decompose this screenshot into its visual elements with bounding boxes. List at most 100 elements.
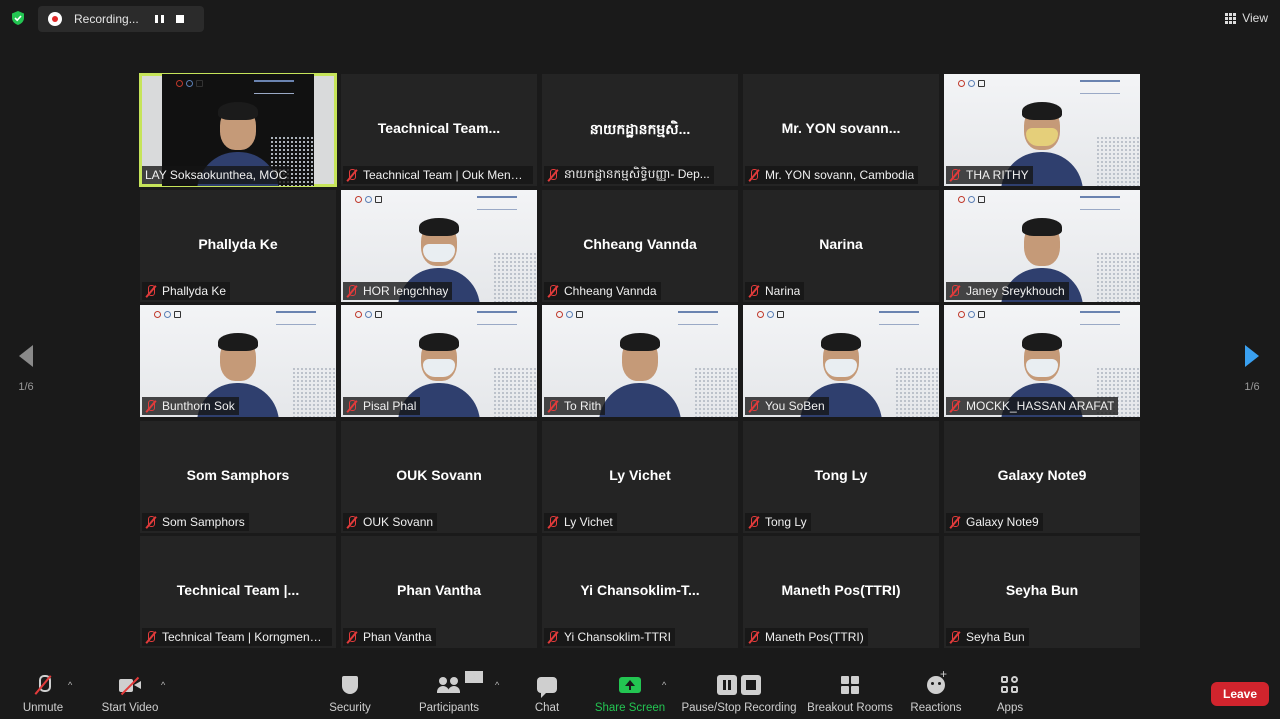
participant-tile[interactable]: Galaxy Note9 Galaxy Note9 bbox=[944, 421, 1140, 533]
page-indicator-left: 1/6 bbox=[18, 381, 34, 393]
participant-name-label: Narina bbox=[745, 282, 805, 300]
muted-mic-icon bbox=[346, 630, 358, 644]
muted-mic-icon bbox=[346, 515, 358, 529]
participant-name-text: Maneth Pos(TTRI) bbox=[765, 630, 864, 644]
muted-mic-icon bbox=[949, 284, 961, 298]
muted-mic-icon bbox=[547, 399, 559, 413]
participant-tile[interactable]: LAY Soksaokunthea, MOC bbox=[139, 73, 337, 187]
participant-display-name: Teachnical Team... bbox=[377, 120, 501, 136]
reactions-button[interactable]: Reactions bbox=[906, 664, 966, 719]
participant-name-text: THA RITHY bbox=[966, 168, 1029, 182]
participant-tile[interactable]: OUK Sovann OUK Sovann bbox=[341, 421, 537, 533]
participant-display-name: Narina bbox=[819, 236, 863, 252]
participant-tile[interactable]: HOR Iengchhay bbox=[341, 190, 537, 302]
participant-tile[interactable]: Tong Ly Tong Ly bbox=[743, 421, 939, 533]
share-screen-button[interactable]: Share Screen bbox=[594, 664, 666, 719]
recording-dot-icon bbox=[48, 12, 62, 26]
security-shield-icon bbox=[342, 676, 358, 694]
participant-name-label: LAY Soksaokunthea, MOC bbox=[142, 166, 292, 184]
leave-button[interactable]: Leave bbox=[1211, 682, 1269, 706]
participant-tile[interactable]: Som Samphors Som Samphors bbox=[140, 421, 336, 533]
participant-display-name: Chheang Vannda bbox=[583, 236, 697, 252]
encryption-shield-icon[interactable] bbox=[10, 10, 26, 26]
view-label: View bbox=[1242, 11, 1268, 25]
previous-page-button[interactable]: 1/6 bbox=[14, 345, 38, 393]
apps-button[interactable]: Apps bbox=[990, 664, 1030, 719]
participant-tile[interactable]: Phan Vantha Phan Vantha bbox=[341, 536, 537, 648]
security-button[interactable]: Security bbox=[325, 664, 375, 719]
start-video-button[interactable]: Start Video bbox=[100, 664, 160, 719]
participant-name-text: To Rith bbox=[564, 399, 602, 413]
stop-recording-icon[interactable] bbox=[176, 15, 184, 23]
security-label: Security bbox=[329, 702, 371, 714]
muted-mic-icon bbox=[547, 630, 559, 644]
breakout-rooms-label: Breakout Rooms bbox=[807, 702, 893, 714]
participant-display-name: នាយកដ្ឋានកម្មសិ... bbox=[589, 121, 691, 137]
participant-tile[interactable]: Maneth Pos(TTRI) Maneth Pos(TTRI) bbox=[743, 536, 939, 648]
video-options-caret-icon[interactable]: ^ bbox=[161, 680, 169, 690]
share-options-caret-icon[interactable]: ^ bbox=[662, 680, 670, 690]
participant-tile[interactable]: Narina Narina bbox=[743, 190, 939, 302]
pause-stop-recording-button[interactable]: Pause/Stop Recording bbox=[680, 664, 798, 719]
participant-display-name: Technical Team |... bbox=[176, 582, 300, 598]
participant-tile[interactable]: To Rith bbox=[542, 305, 738, 417]
next-page-button[interactable]: 1/6 bbox=[1240, 345, 1264, 393]
chat-button[interactable]: Chat bbox=[527, 664, 567, 719]
participant-tile[interactable]: THA RITHY bbox=[944, 74, 1140, 186]
participant-name-label: Yi Chansoklim-TTRI bbox=[544, 628, 675, 646]
participant-tile[interactable]: Phallyda Ke Phallyda Ke bbox=[140, 190, 336, 302]
view-button[interactable]: View bbox=[1225, 8, 1268, 28]
participant-name-text: Ly Vichet bbox=[564, 515, 613, 529]
participant-name-label: Chheang Vannda bbox=[544, 282, 661, 300]
participant-display-name: Phan Vantha bbox=[396, 582, 482, 598]
start-video-label: Start Video bbox=[101, 702, 159, 714]
participants-options-caret-icon[interactable]: ^ bbox=[495, 680, 503, 690]
participant-display-name: Yi Chansoklim-T... bbox=[580, 582, 700, 598]
page-indicator-right: 1/6 bbox=[1244, 381, 1260, 393]
recording-label: Recording... bbox=[74, 12, 139, 26]
participant-name-text: HOR Iengchhay bbox=[363, 284, 449, 298]
participant-tile[interactable]: Mr. YON sovann... Mr. YON sovann, Cambodi… bbox=[743, 74, 939, 186]
participants-button[interactable]: 140 Participants bbox=[418, 664, 483, 719]
pause-recording-icon[interactable] bbox=[152, 13, 166, 25]
participant-tile[interactable]: Ly Vichet Ly Vichet bbox=[542, 421, 738, 533]
share-screen-label: Share Screen bbox=[594, 702, 666, 714]
participant-tile[interactable]: Technical Team |... Technical Team | Korn… bbox=[140, 536, 336, 648]
breakout-rooms-grid-icon bbox=[841, 676, 859, 694]
participant-name-text: MOCKK_HASSAN ARAFAT bbox=[966, 399, 1115, 413]
participant-tile[interactable]: Bunthorn Sok bbox=[140, 305, 336, 417]
participant-tile[interactable]: នាយកដ្ឋានកម្មសិ... នាយកដ្ឋានកម្មសិទ្ធិបញ្… bbox=[542, 74, 738, 186]
participant-name-label: Seyha Bun bbox=[946, 628, 1029, 646]
participant-display-name: Galaxy Note9 bbox=[997, 467, 1087, 483]
participant-tile[interactable]: Pisal Phal bbox=[341, 305, 537, 417]
participant-name-label: HOR Iengchhay bbox=[343, 282, 453, 300]
participant-tile[interactable]: Chheang Vannda Chheang Vannda bbox=[542, 190, 738, 302]
recording-indicator: Recording... bbox=[38, 6, 204, 32]
participant-tile[interactable]: Yi Chansoklim-T... Yi Chansoklim-TTRI bbox=[542, 536, 738, 648]
participant-name-label: OUK Sovann bbox=[343, 513, 438, 531]
participant-tile[interactable]: Janey Sreykhouch bbox=[944, 190, 1140, 302]
participant-tile[interactable]: MOCKK_HASSAN ARAFAT bbox=[944, 305, 1140, 417]
participant-name-label: THA RITHY bbox=[946, 166, 1033, 184]
participant-name-text: Pisal Phal bbox=[363, 399, 417, 413]
participant-tile[interactable]: You SoBen bbox=[743, 305, 939, 417]
muted-mic-icon bbox=[949, 168, 961, 182]
muted-mic-icon bbox=[145, 515, 157, 529]
reactions-label: Reactions bbox=[910, 702, 962, 714]
participant-tile[interactable]: Teachnical Team... Teachnical Team | Ouk … bbox=[341, 74, 537, 186]
muted-mic-icon bbox=[949, 399, 961, 413]
chevron-left-icon bbox=[19, 345, 33, 367]
share-screen-arrow-icon bbox=[619, 677, 641, 693]
participant-name-label: Galaxy Note9 bbox=[946, 513, 1043, 531]
participant-name-label: នាយកដ្ឋានកម្មសិទ្ធិបញ្ញា- Dep... bbox=[544, 166, 714, 184]
muted-mic-icon bbox=[748, 284, 760, 298]
audio-options-caret-icon[interactable]: ^ bbox=[68, 680, 76, 690]
participant-name-label: Phallyda Ke bbox=[142, 282, 231, 300]
unmute-button[interactable]: Unmute bbox=[18, 664, 68, 719]
participant-name-label: Pisal Phal bbox=[343, 397, 421, 415]
participant-name-text: Galaxy Note9 bbox=[966, 515, 1039, 529]
participants-label: Participants bbox=[418, 702, 480, 714]
breakout-rooms-button[interactable]: Breakout Rooms bbox=[806, 664, 894, 719]
muted-microphone-icon bbox=[36, 675, 51, 695]
participant-tile[interactable]: Seyha Bun Seyha Bun bbox=[944, 536, 1140, 648]
